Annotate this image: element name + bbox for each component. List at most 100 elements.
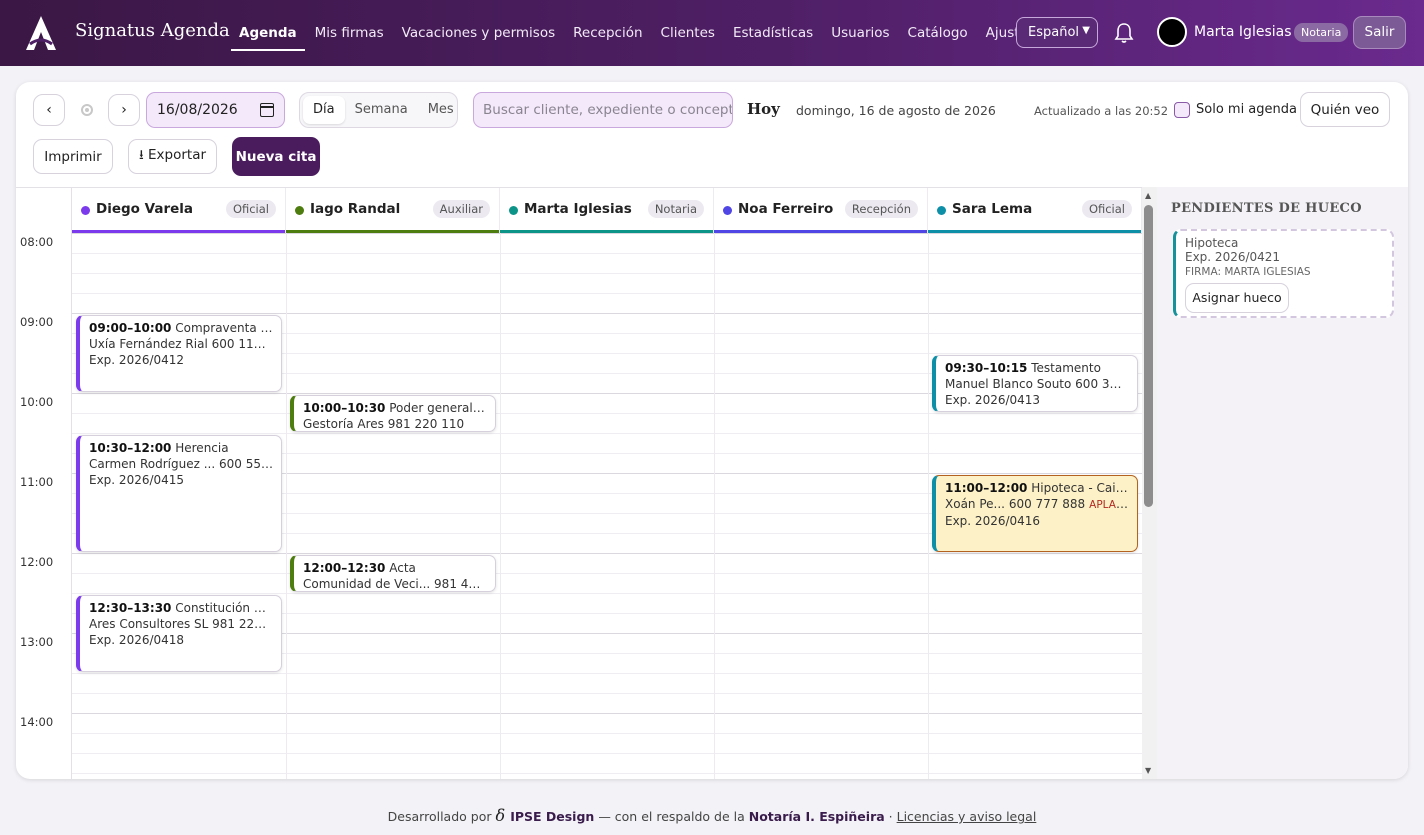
column-divider	[500, 233, 501, 779]
next-day-button[interactable]: ›	[108, 94, 140, 126]
appointment-client: Uxía Fernández Rial	[89, 337, 208, 351]
appointment-time: 11:00–12:00	[945, 481, 1028, 495]
footer-support: — con el respaldo de la	[598, 809, 745, 824]
top-navbar: Signatus Agenda Agenda Mis firmas Vacaci…	[0, 0, 1424, 66]
main-menu: Agenda Mis firmas Vacaciones y permisos …	[230, 0, 1044, 66]
scrollbar-thumb[interactable]	[1144, 205, 1153, 507]
appointment-client: Xoán Pe...	[945, 497, 1005, 511]
appointment-phone: 600 111 222	[211, 337, 273, 351]
nav-recepcion[interactable]: Recepción	[573, 17, 642, 49]
person-color-dot	[295, 206, 304, 215]
footer-notary[interactable]: Notaría I. Espiñeira	[749, 809, 885, 824]
language-select[interactable]: Español ▼	[1016, 17, 1098, 48]
logout-button[interactable]: Salir	[1353, 16, 1406, 49]
record-icon	[81, 104, 93, 116]
hour-label: 14:00	[20, 715, 54, 729]
grid-scrollbar[interactable]: ▲ ▼	[1142, 187, 1157, 779]
today-label: Hoy	[747, 100, 780, 118]
appointment-concept: Testamento	[1031, 361, 1101, 375]
scroll-down-icon[interactable]: ▼	[1145, 766, 1151, 775]
column-person-name: Marta Iglesias	[524, 201, 632, 217]
ipse-logo-icon: ẟ	[495, 806, 511, 825]
column-header: Sara Lema Oficial	[928, 188, 1142, 233]
pending-item[interactable]: Hipoteca Exp. 2026/0421 FIRMA: MARTA IGL…	[1173, 229, 1394, 318]
appointment-card[interactable]: 09:30–10:15 Testamento Manuel Blanco Sout…	[932, 355, 1138, 412]
nav-estadisticas[interactable]: Estadísticas	[733, 17, 813, 49]
appointment-client: Gestoría Ares	[303, 417, 384, 431]
appointment-phone: 600 333 444	[1075, 377, 1129, 391]
footer-dev-prefix: Desarrollado por	[387, 809, 492, 824]
slot-line	[72, 273, 1142, 274]
calendar-icon[interactable]	[260, 103, 274, 117]
nav-clientes[interactable]: Clientes	[661, 17, 715, 49]
search-input[interactable]: Buscar cliente, expediente o concepto...	[473, 92, 733, 128]
slot-line	[72, 693, 1142, 694]
export-button[interactable]: ⭳ Exportar	[128, 139, 217, 174]
scroll-up-icon[interactable]: ▲	[1145, 191, 1151, 200]
appointment-concept: Constitución de sociedad	[175, 601, 273, 615]
user-role-badge: Notaria	[1294, 23, 1349, 42]
footer-dev-name[interactable]: IPSE Design	[510, 809, 594, 824]
slot-line	[72, 573, 1142, 574]
appointment-card[interactable]: 11:00–12:00 Hipoteca - Caixa de Galicia X…	[932, 475, 1138, 552]
pending-firma: FIRMA: MARTA IGLESIAS	[1185, 266, 1311, 278]
hour-label: 10:00	[20, 395, 54, 409]
who-i-see-button[interactable]: Quién veo	[1300, 92, 1390, 127]
appointment-card[interactable]: 09:00–10:00 Compraventa - Banco Uxía Fern…	[76, 315, 282, 392]
today-dot-button[interactable]	[71, 94, 103, 126]
nav-mis-firmas[interactable]: Mis firmas	[315, 17, 384, 49]
bell-icon[interactable]	[1114, 22, 1134, 44]
nav-catalogo[interactable]: Catálogo	[908, 17, 968, 49]
appointment-card[interactable]: 12:00–12:30 Acta Comunidad de Veci... 981…	[290, 555, 496, 592]
slot-line	[72, 413, 1142, 414]
only-mine-checkbox[interactable]	[1174, 102, 1190, 118]
nav-vacaciones[interactable]: Vacaciones y permisos	[402, 17, 555, 49]
assign-slot-button[interactable]: Asignar hueco	[1185, 283, 1289, 313]
appointment-time: 12:00–12:30	[303, 561, 386, 575]
hour-label: 12:00	[20, 555, 54, 569]
appointment-concept: Poder general - Gestoría	[389, 401, 487, 415]
time-column: 08:00 09:00 10:00 11:00 12:00 13:00 14:00	[16, 188, 72, 779]
column-role-badge: Auxiliar	[432, 200, 490, 218]
appointment-client: Manuel Blanco Souto	[945, 377, 1072, 391]
column-divider	[714, 233, 715, 779]
chevron-down-icon: ▼	[1082, 25, 1090, 36]
slot-line	[72, 553, 1142, 554]
brand-name[interactable]: Signatus Agenda	[75, 20, 230, 41]
legal-link[interactable]: Licencias y aviso legal	[897, 809, 1037, 824]
avatar[interactable]	[1157, 17, 1187, 47]
date-input[interactable]: 16/08/2026	[146, 92, 285, 128]
appointment-card[interactable]: 10:00–10:30 Poder general - Gestoría Gest…	[290, 395, 496, 432]
appointment-phone: 981 220 333	[212, 617, 273, 631]
column-role-badge: Recepción	[844, 200, 918, 218]
appointment-phone: 981 445 000	[434, 577, 487, 591]
person-color-dot	[81, 206, 90, 215]
new-appointment-button[interactable]: Nueva cita	[232, 137, 320, 176]
slot-line	[72, 593, 1142, 594]
appointment-phone: 600 555 666	[218, 457, 273, 471]
appointment-card[interactable]: 12:30–13:30 Constitución de sociedad Ares…	[76, 595, 282, 672]
nav-agenda[interactable]: Agenda	[231, 17, 305, 51]
column-header: Noa Ferreiro Recepción	[714, 188, 928, 233]
print-button[interactable]: Imprimir	[33, 139, 113, 174]
appointment-status: APLAZADA	[1089, 499, 1129, 511]
nav-usuarios[interactable]: Usuarios	[831, 17, 889, 49]
pending-sidebar: PENDIENTES DE HUECO Hipoteca Exp. 2026/0…	[1157, 187, 1408, 779]
slot-line	[72, 293, 1142, 294]
appointment-exp: Exp. 2026/0416	[945, 514, 1041, 528]
appointment-concept: Acta	[389, 561, 416, 575]
only-mine-label[interactable]: Solo mi agenda	[1196, 102, 1297, 117]
appointment-client: Carmen Rodríguez ...	[89, 457, 216, 471]
footer: Desarrollado por ẟ IPSE Design — con el …	[0, 806, 1424, 825]
appointment-client: Ares Consultores SL	[89, 617, 209, 631]
view-mes[interactable]: Mes	[418, 96, 464, 124]
view-semana[interactable]: Semana	[345, 96, 418, 124]
appointment-time: 09:00–10:00	[89, 321, 172, 335]
appointment-concept: Herencia	[175, 441, 229, 455]
appointment-card[interactable]: 10:30–12:00 Herencia Carmen Rodríguez ...…	[76, 435, 282, 552]
view-dia[interactable]: Día	[303, 96, 345, 124]
slot-line	[72, 753, 1142, 754]
language-value: Español	[1028, 25, 1080, 40]
appointment-exp: Exp. 2026/0418	[89, 633, 185, 647]
prev-day-button[interactable]: ‹	[33, 94, 65, 126]
